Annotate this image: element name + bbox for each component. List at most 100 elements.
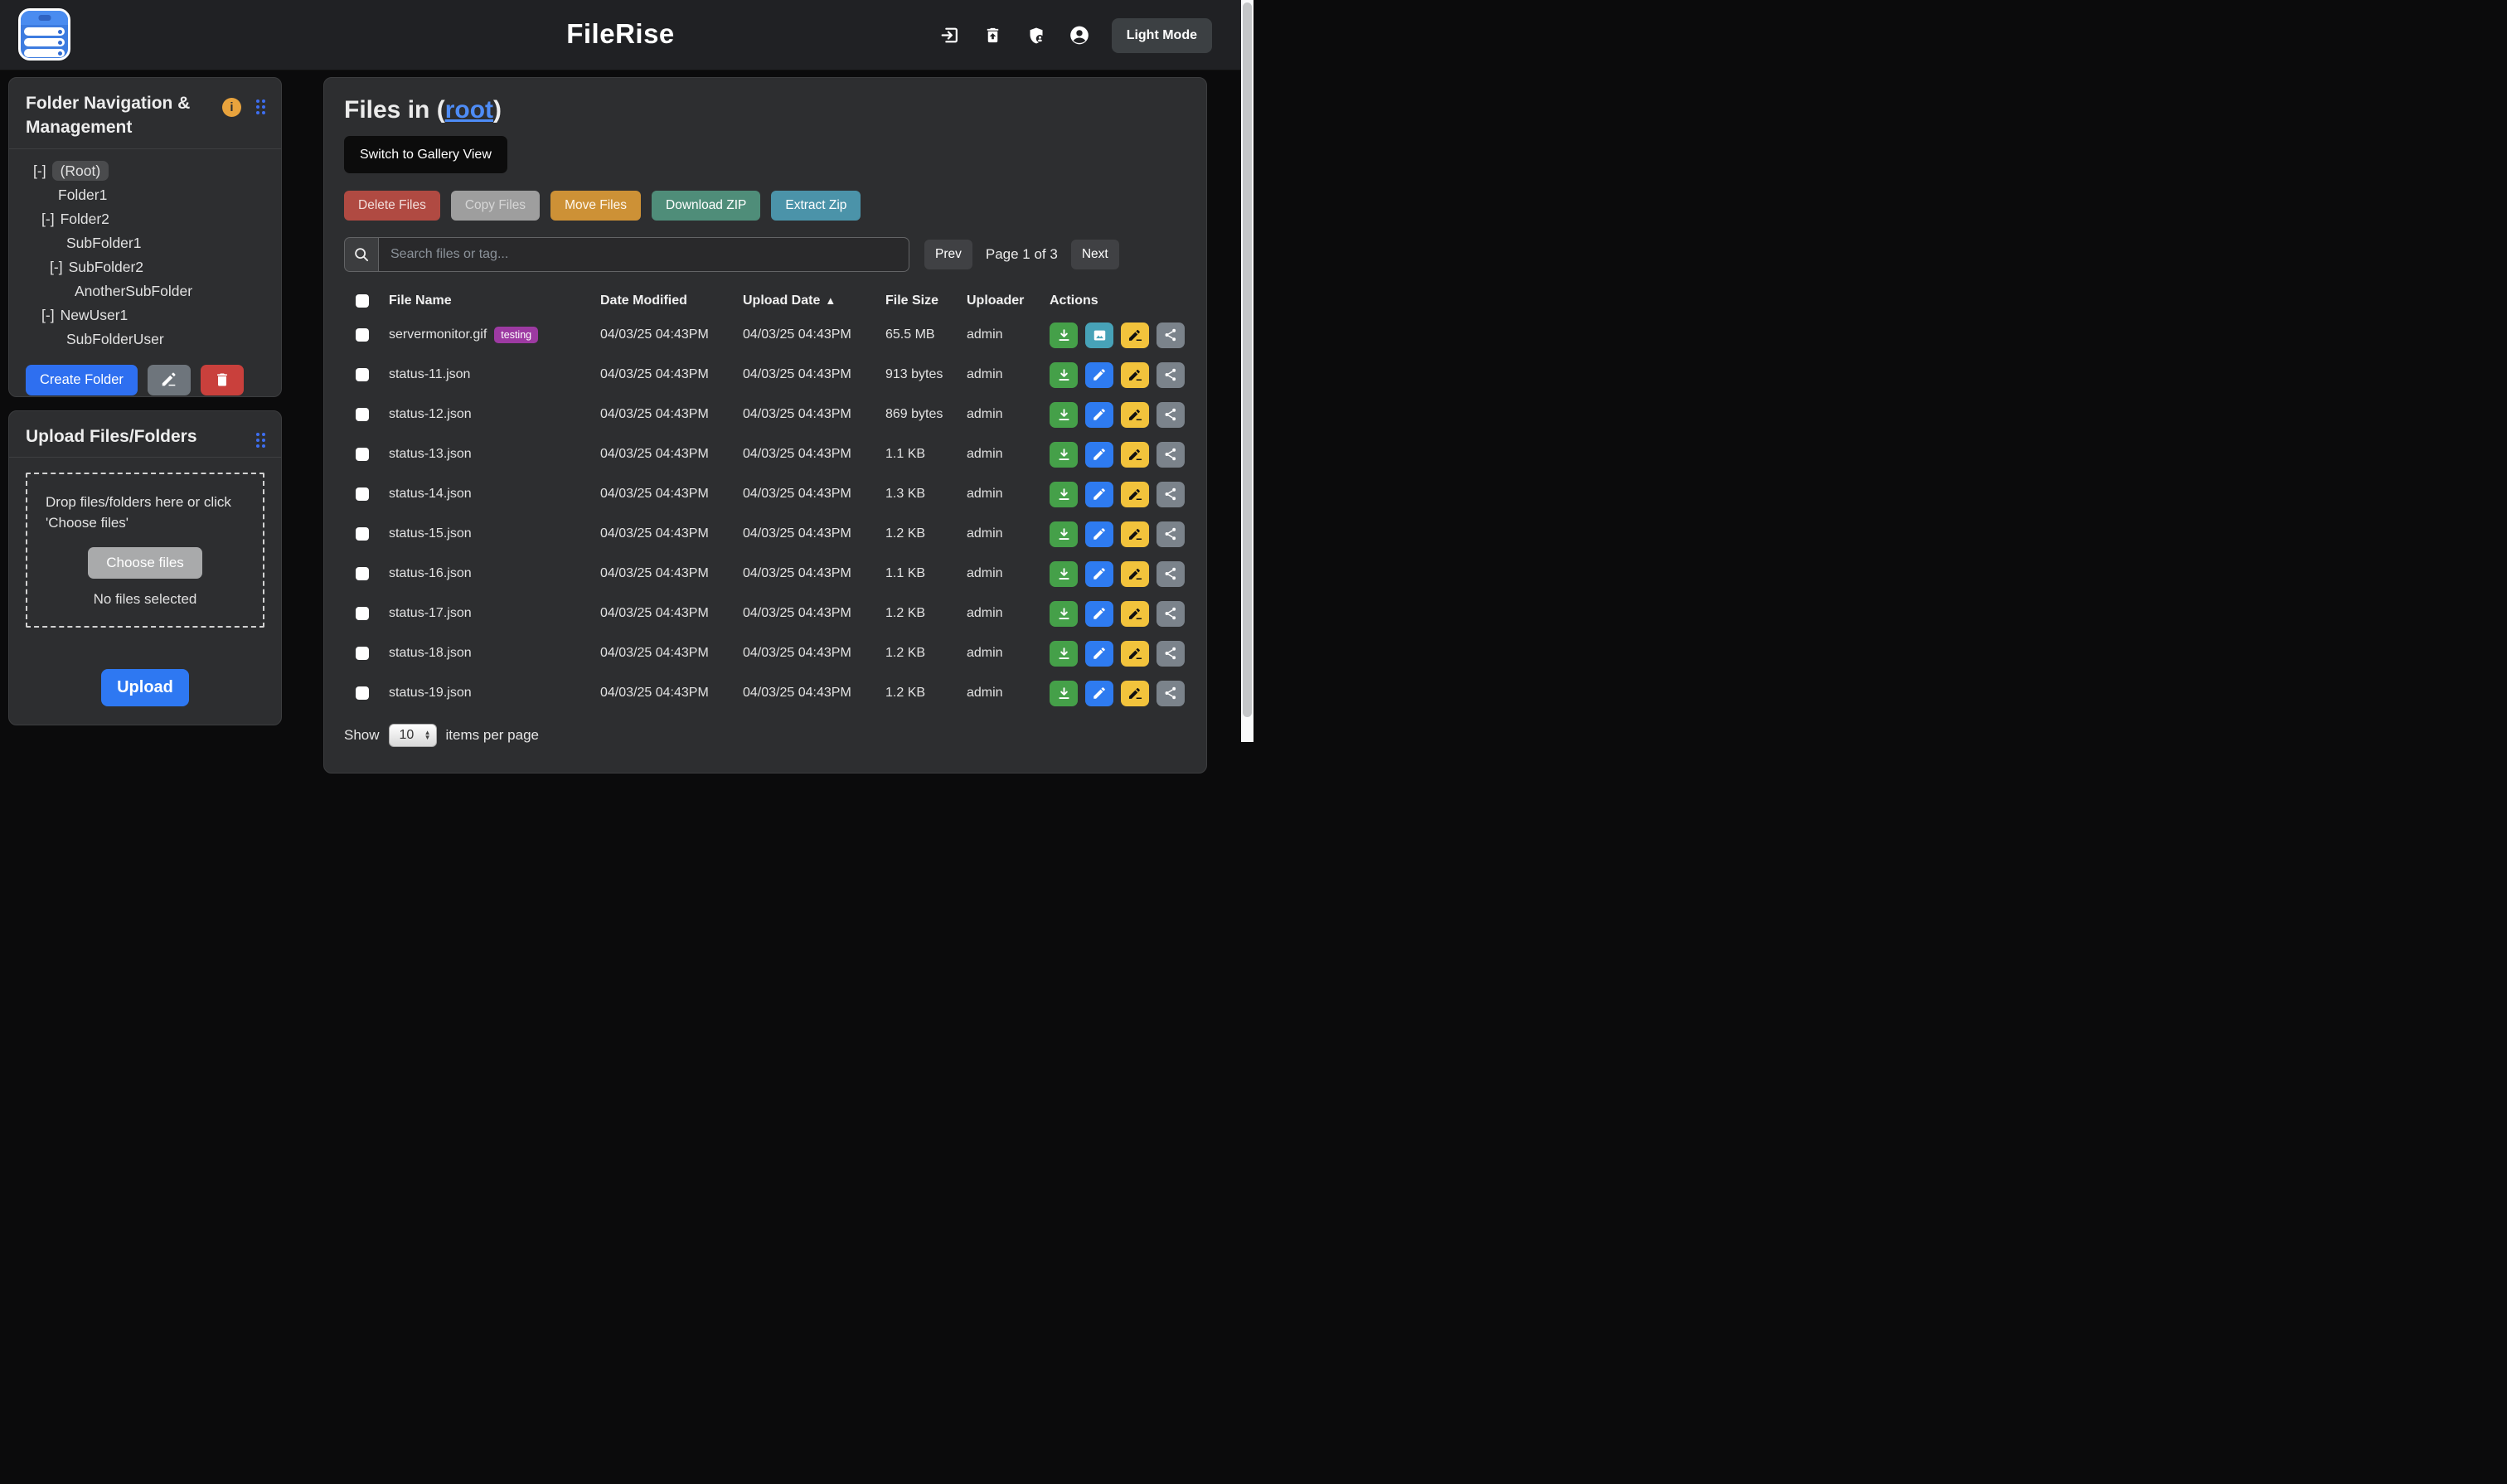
rename-tag-button[interactable]: [1121, 402, 1149, 428]
edit-file-button[interactable]: [1085, 601, 1113, 627]
select-all-checkbox[interactable]: [356, 294, 369, 308]
row-checkbox[interactable]: [356, 368, 369, 381]
file-name[interactable]: status-12.json: [389, 407, 472, 422]
row-checkbox[interactable]: [356, 567, 369, 580]
prev-page-button[interactable]: Prev: [924, 240, 972, 269]
rename-tag-button[interactable]: [1121, 521, 1149, 547]
edit-file-button[interactable]: [1085, 362, 1113, 388]
folder-tree-item[interactable]: AnotherSubFolder: [9, 279, 281, 303]
file-name[interactable]: status-19.json: [389, 686, 472, 701]
file-name[interactable]: status-18.json: [389, 646, 472, 661]
folder-tree-item[interactable]: Folder1: [9, 183, 281, 207]
folder-tree-item[interactable]: SubFolderUser: [9, 327, 281, 352]
drag-handle-icon[interactable]: [256, 433, 266, 448]
upload-button[interactable]: Upload: [101, 669, 189, 706]
light-mode-button[interactable]: Light Mode: [1112, 18, 1212, 53]
search-icon[interactable]: [344, 237, 379, 272]
edit-file-button[interactable]: [1085, 442, 1113, 468]
download-button[interactable]: [1050, 323, 1078, 348]
folder-name[interactable]: SubFolderUser: [66, 331, 164, 347]
row-checkbox[interactable]: [356, 527, 369, 541]
row-checkbox[interactable]: [356, 686, 369, 700]
root-folder-link[interactable]: root: [445, 96, 493, 124]
rename-tag-button[interactable]: [1121, 561, 1149, 587]
edit-file-button[interactable]: [1085, 681, 1113, 706]
tree-toggle[interactable]: [-]: [41, 307, 55, 323]
rename-tag-button[interactable]: [1121, 601, 1149, 627]
download-button[interactable]: [1050, 362, 1078, 388]
tree-toggle[interactable]: [-]: [41, 211, 55, 227]
file-name[interactable]: status-15.json: [389, 526, 472, 541]
delete-folder-button[interactable]: [201, 365, 244, 395]
col-file-size[interactable]: File Size: [885, 293, 967, 308]
download-button[interactable]: [1050, 442, 1078, 468]
edit-file-button[interactable]: [1085, 561, 1113, 587]
switch-gallery-view-button[interactable]: Switch to Gallery View: [344, 136, 507, 173]
folder-name[interactable]: (Root): [52, 161, 109, 181]
share-button[interactable]: [1157, 442, 1185, 468]
choose-files-button[interactable]: Choose files: [88, 547, 202, 579]
row-checkbox[interactable]: [356, 408, 369, 421]
share-button[interactable]: [1157, 362, 1185, 388]
col-file-name[interactable]: File Name: [389, 293, 600, 308]
share-button[interactable]: [1157, 641, 1185, 667]
share-button[interactable]: [1157, 681, 1185, 706]
rename-tag-button[interactable]: [1121, 641, 1149, 667]
items-per-page-select[interactable]: 10 ▲▼: [389, 724, 437, 747]
folder-tree-item[interactable]: [-] (Root): [9, 159, 281, 183]
share-button[interactable]: [1157, 521, 1185, 547]
admin-shield-icon[interactable]: [1026, 25, 1047, 46]
next-page-button[interactable]: Next: [1071, 240, 1119, 269]
scrollbar-thumb[interactable]: [1243, 2, 1252, 717]
copy-files-button[interactable]: Copy Files: [451, 191, 540, 221]
folder-name[interactable]: NewUser1: [61, 307, 129, 323]
share-button[interactable]: [1157, 482, 1185, 507]
edit-file-button[interactable]: [1085, 641, 1113, 667]
info-icon[interactable]: i: [222, 98, 241, 117]
tree-toggle[interactable]: [-]: [33, 162, 46, 179]
col-date-modified[interactable]: Date Modified: [600, 293, 743, 308]
account-icon[interactable]: [1069, 25, 1090, 46]
tree-toggle[interactable]: [-]: [50, 259, 63, 275]
row-checkbox[interactable]: [356, 607, 369, 620]
folder-tree-item[interactable]: [-]SubFolder2: [9, 255, 281, 279]
rename-tag-button[interactable]: [1121, 482, 1149, 507]
download-zip-button[interactable]: Download ZIP: [652, 191, 760, 221]
rename-tag-button[interactable]: [1121, 362, 1149, 388]
row-checkbox[interactable]: [356, 328, 369, 342]
edit-file-button[interactable]: [1085, 521, 1113, 547]
download-button[interactable]: [1050, 601, 1078, 627]
preview-image-button[interactable]: [1085, 323, 1113, 348]
rename-tag-button[interactable]: [1121, 681, 1149, 706]
file-name[interactable]: servermonitor.gif: [389, 327, 487, 342]
rename-tag-button[interactable]: [1121, 442, 1149, 468]
row-checkbox[interactable]: [356, 487, 369, 501]
folder-tree-item[interactable]: [-] NewUser1: [9, 303, 281, 327]
share-button[interactable]: [1157, 601, 1185, 627]
folder-tree-item[interactable]: SubFolder1: [9, 231, 281, 255]
download-button[interactable]: [1050, 402, 1078, 428]
logout-icon[interactable]: [939, 25, 961, 46]
file-name[interactable]: status-13.json: [389, 447, 472, 462]
download-button[interactable]: [1050, 482, 1078, 507]
folder-name[interactable]: AnotherSubFolder: [75, 283, 192, 299]
edit-file-button[interactable]: [1085, 482, 1113, 507]
window-scrollbar[interactable]: [1241, 0, 1254, 742]
rename-folder-button[interactable]: [148, 365, 191, 395]
delete-files-button[interactable]: Delete Files: [344, 191, 440, 221]
download-button[interactable]: [1050, 681, 1078, 706]
move-files-button[interactable]: Move Files: [550, 191, 641, 221]
file-name[interactable]: status-17.json: [389, 606, 472, 621]
col-upload-date[interactable]: Upload Date▲: [743, 293, 885, 308]
folder-name[interactable]: SubFolder1: [66, 235, 141, 251]
share-button[interactable]: [1157, 323, 1185, 348]
share-button[interactable]: [1157, 561, 1185, 587]
search-input[interactable]: [379, 237, 909, 272]
edit-file-button[interactable]: [1085, 402, 1113, 428]
download-button[interactable]: [1050, 561, 1078, 587]
row-checkbox[interactable]: [356, 647, 369, 660]
folder-tree-item[interactable]: [-]Folder2: [9, 207, 281, 231]
rename-tag-button[interactable]: [1121, 323, 1149, 348]
file-name[interactable]: status-16.json: [389, 566, 472, 581]
folder-name[interactable]: Folder1: [58, 187, 107, 203]
